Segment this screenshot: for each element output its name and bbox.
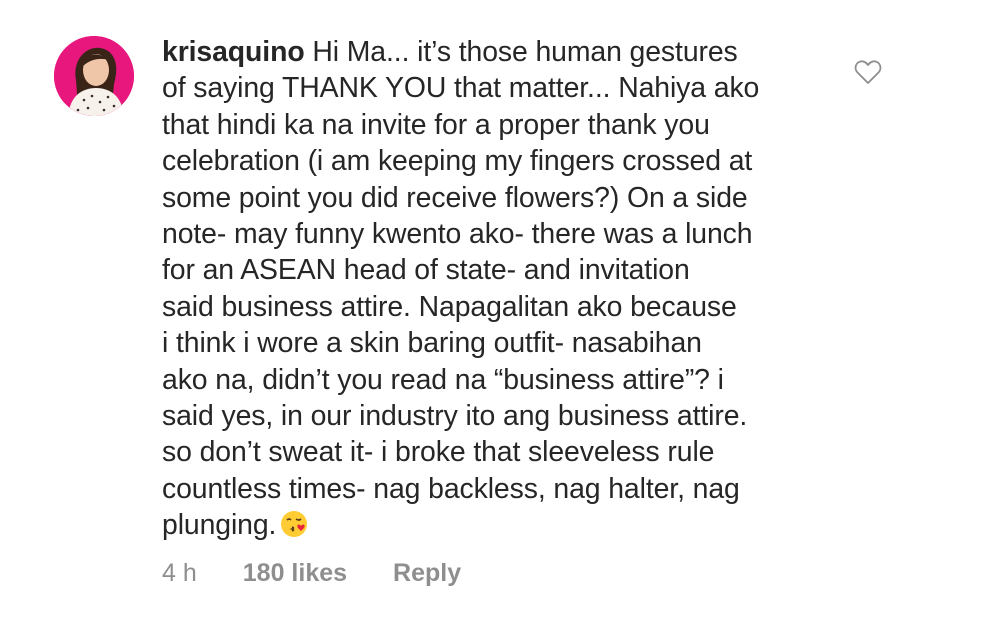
avatar[interactable]: [54, 36, 134, 116]
comment: krisaquino Hi Ma... it’s those human ges…: [0, 0, 1000, 619]
username-link[interactable]: krisaquino: [162, 36, 305, 68]
profile-photo: [54, 36, 134, 116]
kissing-face-emoji-icon: [280, 510, 308, 538]
reply-button[interactable]: Reply: [393, 558, 461, 588]
comment-text: Hi Ma... it’s those human gestures of sa…: [162, 36, 760, 542]
comment-timestamp[interactable]: 4 h: [162, 558, 197, 588]
comment-body: krisaquino Hi Ma... it’s those human ges…: [162, 34, 842, 544]
comment-meta: 4 h 180 likes Reply: [162, 558, 461, 588]
likes-count[interactable]: 180 likes: [243, 558, 347, 588]
heart-outline-icon[interactable]: [854, 59, 882, 85]
